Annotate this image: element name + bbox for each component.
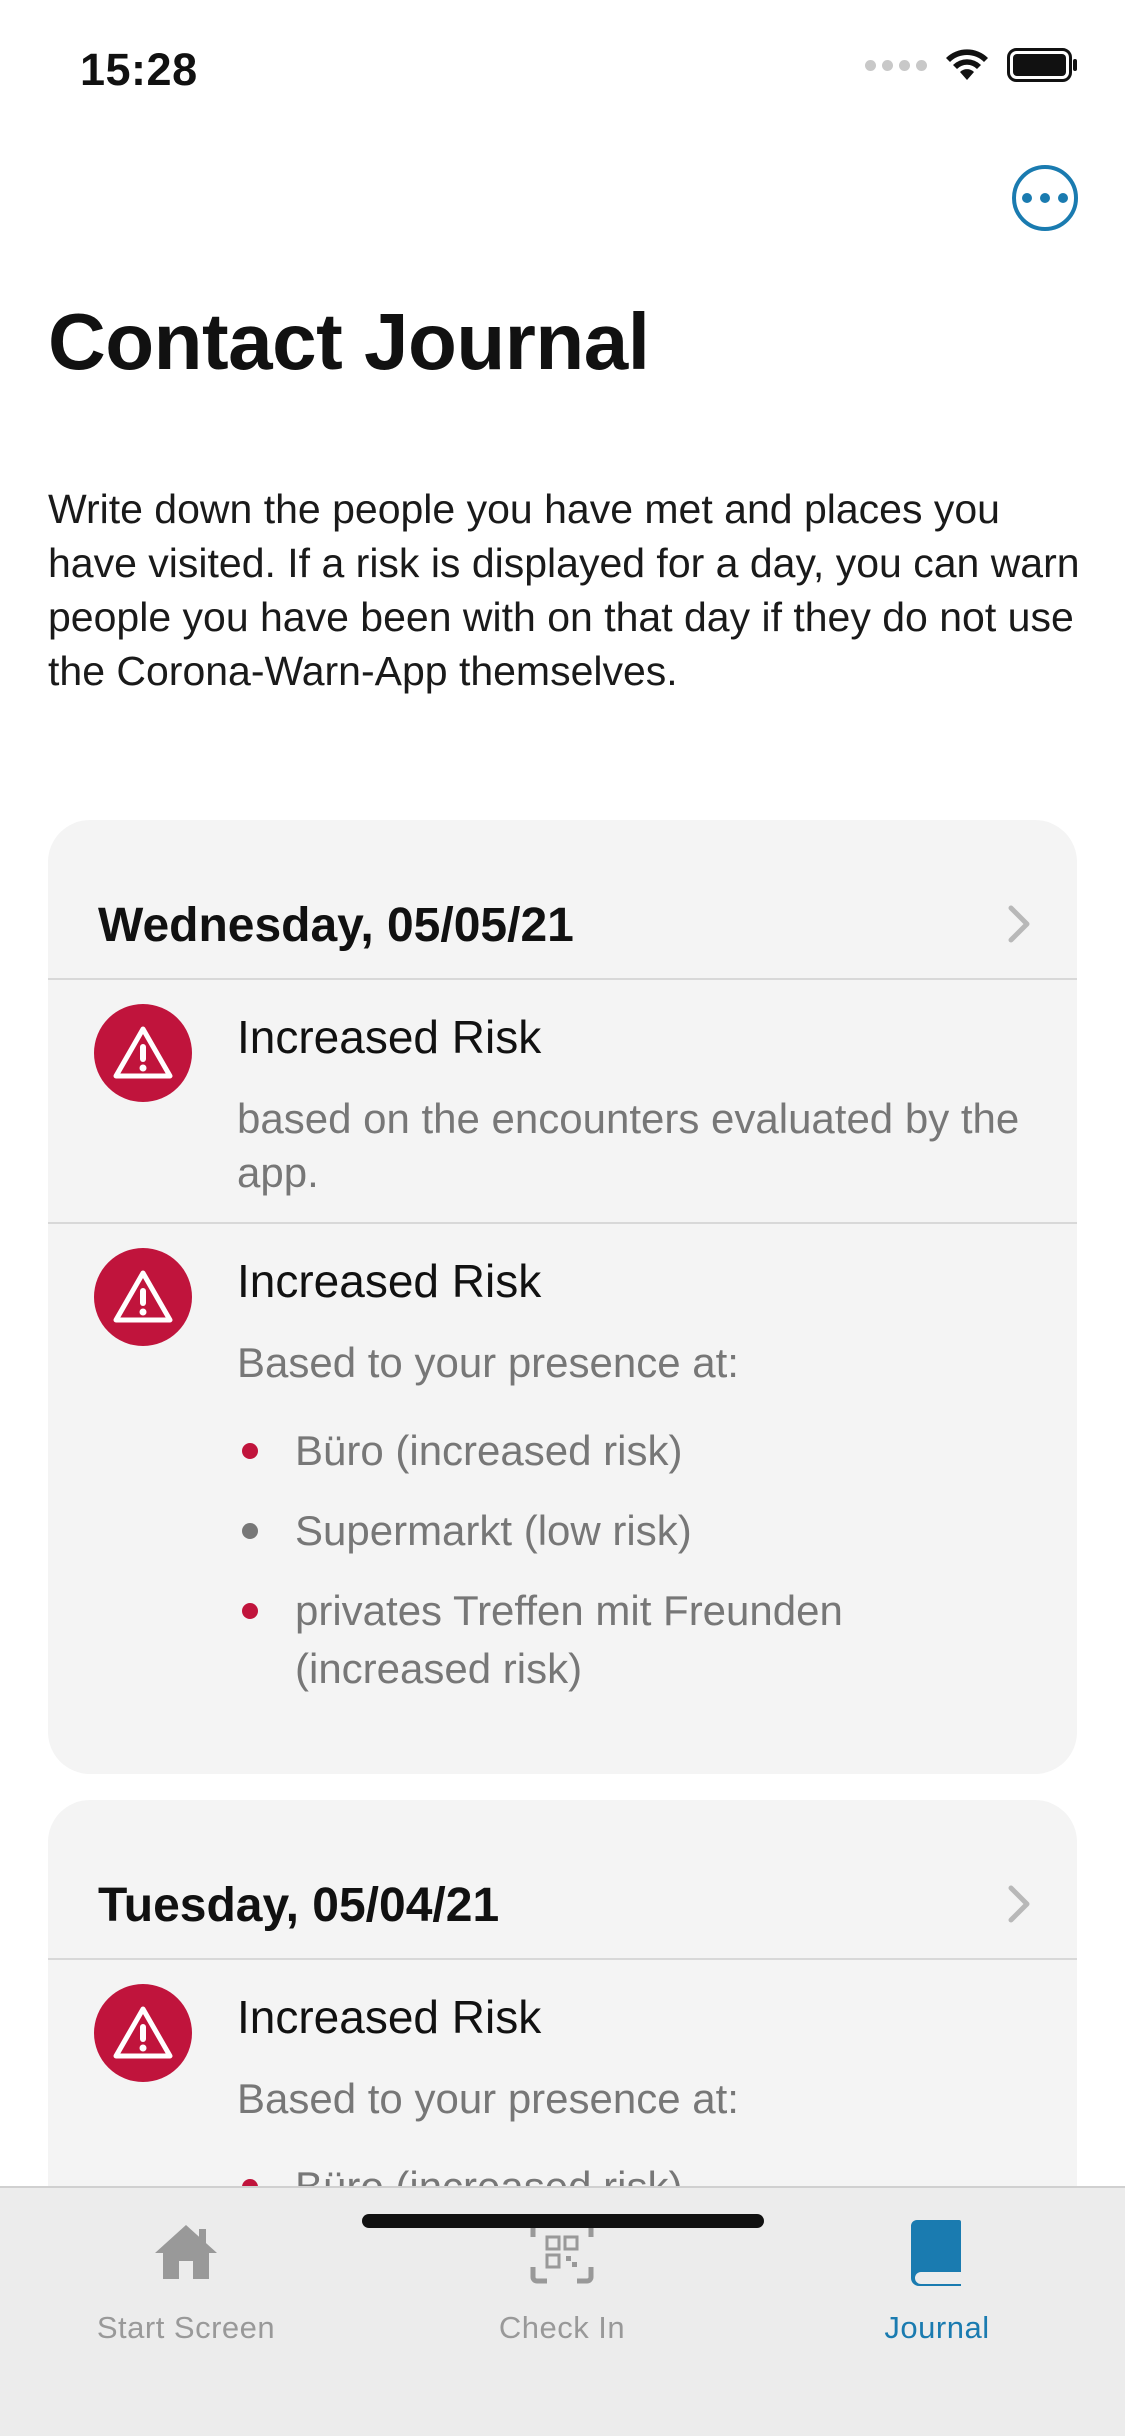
day-header[interactable]: Wednesday, 05/05/21 bbox=[48, 820, 1077, 980]
risk-subtitle: Based to your presence at: bbox=[237, 1339, 739, 1386]
status-icons bbox=[865, 48, 1079, 82]
tab-label: Journal bbox=[884, 2310, 990, 2345]
warning-icon bbox=[94, 1984, 192, 2082]
ellipsis-circle-icon bbox=[1022, 193, 1032, 203]
tab-label: Start Screen bbox=[96, 2310, 276, 2345]
risk-title: Increased Risk bbox=[237, 1011, 542, 1063]
home-icon bbox=[146, 2212, 226, 2292]
wifi-icon bbox=[946, 49, 988, 80]
book-icon bbox=[897, 2212, 977, 2292]
warning-icon bbox=[94, 1248, 192, 1346]
list-item: privates Treffen mit Freunden (increased… bbox=[237, 1582, 1037, 1698]
intro-text: Write down the people you have met and p… bbox=[48, 486, 1080, 694]
risk-title: Increased Risk bbox=[237, 1255, 542, 1307]
risk-row: Increased Risk based on the encounters e… bbox=[48, 980, 1077, 1224]
risk-dot-icon bbox=[242, 1523, 258, 1539]
location-list: Büro (increased risk) Supermarkt (low ri… bbox=[237, 1422, 1037, 1720]
day-card[interactable]: Wednesday, 05/05/21 Increased Risk based… bbox=[48, 820, 1077, 1774]
risk-dot-icon bbox=[242, 1443, 258, 1459]
battery-icon bbox=[1007, 48, 1077, 82]
risk-subtitle: based on the encounters evaluated by the… bbox=[237, 1095, 1020, 1196]
day-title: Wednesday, 05/05/21 bbox=[98, 899, 574, 952]
tab-label: Check In bbox=[498, 2310, 626, 2345]
chevron-right-icon bbox=[1008, 905, 1030, 943]
chevron-right-icon bbox=[1008, 1885, 1030, 1923]
tab-check-in[interactable]: Check In bbox=[412, 2212, 712, 2346]
signal-icon bbox=[865, 59, 927, 71]
page-title: Contact Journal bbox=[48, 297, 650, 386]
day-title: Tuesday, 05/04/21 bbox=[98, 1879, 500, 1932]
more-options-button[interactable] bbox=[1012, 165, 1078, 231]
tab-bar: Start Screen Check In Journal bbox=[0, 2186, 1125, 2436]
day-header[interactable]: Tuesday, 05/04/21 bbox=[48, 1800, 1077, 1960]
status-time: 15:28 bbox=[80, 44, 198, 95]
risk-title: Increased Risk bbox=[237, 1991, 542, 2043]
list-item: Büro (increased risk) bbox=[237, 1422, 1037, 1480]
tab-journal[interactable]: Journal bbox=[787, 2212, 1087, 2346]
risk-row: Increased Risk Based to your presence at… bbox=[48, 1224, 1077, 1774]
tab-start-screen[interactable]: Start Screen bbox=[36, 2212, 336, 2346]
status-bar: 15:28 bbox=[0, 0, 1125, 140]
risk-subtitle: Based to your presence at: bbox=[237, 2075, 739, 2122]
list-item: Supermarkt (low risk) bbox=[237, 1502, 1037, 1560]
warning-icon bbox=[94, 1004, 192, 1102]
risk-dot-icon bbox=[242, 1603, 258, 1619]
home-indicator bbox=[362, 2214, 764, 2228]
